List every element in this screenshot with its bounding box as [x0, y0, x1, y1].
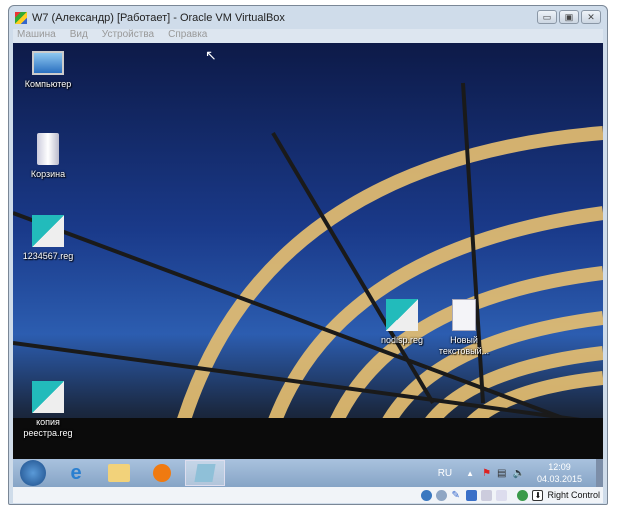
shared-folders-icon[interactable] — [481, 489, 493, 501]
desktop-icon-reg-1[interactable]: 1234567.reg — [17, 215, 79, 262]
start-button[interactable] — [13, 460, 53, 486]
host-key-label: Right Control — [547, 490, 600, 500]
clock[interactable]: 12:09 04.03.2015 — [537, 461, 582, 485]
reg-file-icon — [32, 215, 64, 247]
mouse-integration-icon[interactable]: ⬇ — [532, 489, 544, 501]
menu-help[interactable]: Справка — [168, 29, 207, 43]
desktop-icon-reg-copy[interactable]: копия реестра.reg — [17, 381, 79, 439]
explorer-icon — [108, 464, 130, 482]
notepad-icon — [194, 464, 216, 482]
media-player-icon — [153, 464, 171, 482]
virtualization-icon[interactable] — [517, 489, 529, 501]
taskbar-explorer[interactable] — [99, 460, 139, 486]
start-icon — [20, 460, 46, 486]
menu-devices[interactable]: Устройства — [102, 29, 154, 43]
reg-file-icon — [32, 381, 64, 413]
language-indicator[interactable]: RU — [438, 468, 452, 479]
text-file-icon — [452, 299, 476, 331]
menu-bar: Машина Вид Устройства Справка — [13, 29, 603, 43]
menu-view[interactable]: Вид — [70, 29, 88, 43]
network-icon[interactable]: ▤ — [497, 468, 506, 479]
tray-expand-icon[interactable]: ▲ — [466, 469, 474, 478]
desktop-icon-nodisp[interactable]: nodisp.reg — [371, 299, 433, 346]
guest-desktop[interactable]: Компьютер Корзина 1234567.reg копия реес… — [13, 43, 603, 459]
taskbar-ie[interactable]: e — [56, 460, 96, 486]
wallpaper-bridge — [13, 82, 603, 459]
internet-explorer-icon: e — [70, 461, 82, 484]
desktop-icon-text-file[interactable]: Новый текстовый... — [433, 299, 495, 357]
desktop-icon-recycle-bin[interactable]: Корзина — [17, 133, 79, 180]
vm-status-bar: ✎ ⬇ Right Control — [13, 487, 603, 503]
reg-file-icon — [386, 299, 418, 331]
optical-drive-icon[interactable] — [436, 489, 448, 501]
maximize-button[interactable]: ▣ — [559, 10, 579, 24]
video-capture-icon[interactable] — [496, 489, 508, 501]
computer-icon — [32, 51, 64, 75]
taskbar: e RU ▲ ⚑ ▤ 🔈 12:09 04.03.2015 — [13, 459, 603, 487]
usb-icon[interactable]: ✎ — [451, 490, 462, 501]
taskbar-media-player[interactable] — [142, 460, 182, 486]
virtualbox-window: W7 (Александр) [Работает] - Oracle VM Vi… — [8, 5, 608, 505]
close-button[interactable]: ✕ — [581, 10, 601, 24]
recycle-bin-icon — [37, 133, 59, 165]
hard-disk-icon[interactable] — [421, 489, 433, 501]
action-center-icon[interactable]: ⚑ — [482, 468, 491, 479]
desktop-icon-computer[interactable]: Компьютер — [17, 51, 79, 90]
network-adapter-icon[interactable] — [466, 489, 478, 501]
virtualbox-icon — [15, 11, 27, 24]
mouse-cursor: ↖ — [205, 47, 217, 63]
title-bar[interactable]: W7 (Александр) [Работает] - Oracle VM Vi… — [9, 6, 607, 29]
minimize-button[interactable]: ▭ — [537, 10, 557, 24]
window-title: W7 (Александр) [Работает] - Oracle VM Vi… — [32, 11, 285, 24]
menu-machine[interactable]: Машина — [17, 29, 56, 43]
volume-icon[interactable]: 🔈 — [513, 468, 525, 479]
show-desktop-button[interactable] — [596, 459, 603, 487]
taskbar-notepad[interactable] — [185, 460, 225, 486]
